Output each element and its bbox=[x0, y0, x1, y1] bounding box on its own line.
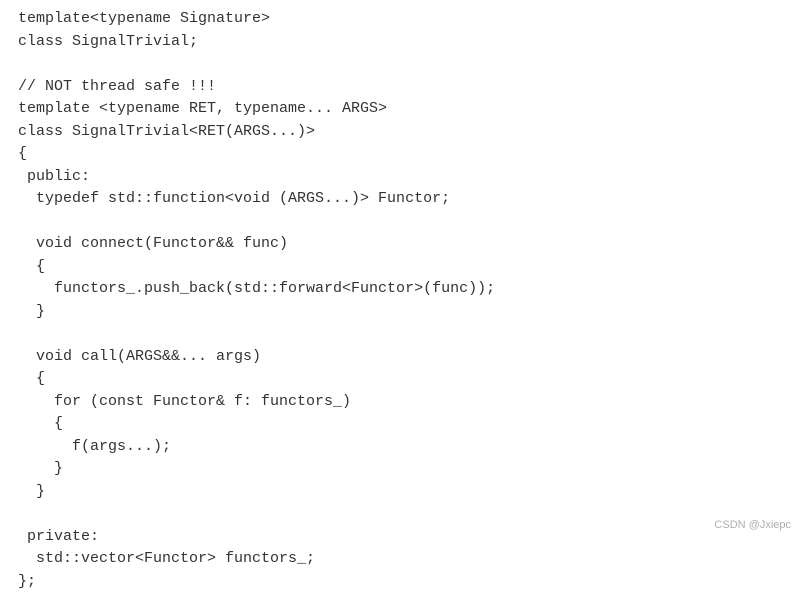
code-block: template<typename Signature> class Signa… bbox=[18, 8, 785, 593]
watermark-text: CSDN @Jxiepc bbox=[714, 517, 791, 534]
